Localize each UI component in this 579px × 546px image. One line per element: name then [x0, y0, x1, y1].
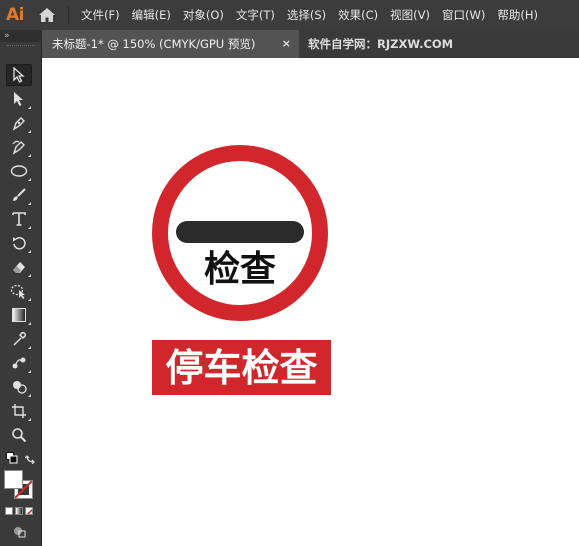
tab-label: 软件自学网：RJZXW.COM [308, 37, 454, 51]
menu-edit[interactable]: 编辑(E) [126, 0, 177, 30]
menu-bar: Ai 文件(F) 编辑(E) 对象(O) 文字(T) 选择(S) 效果(C) 视… [0, 0, 579, 30]
menu-select[interactable]: 选择(S) [281, 0, 332, 30]
curvature-pen-icon [12, 140, 25, 155]
app-logo: Ai [6, 5, 24, 25]
color-swap-controls [6, 452, 36, 466]
paintbrush-tool[interactable] [6, 184, 32, 206]
color-mode-icon[interactable] [5, 507, 13, 515]
artboard-canvas[interactable]: 检查 停车检查 [42, 58, 579, 546]
shape-builder-icon [13, 381, 27, 394]
sign-label[interactable]: 检查 [204, 249, 276, 290]
tools-panel-header: » [0, 30, 42, 42]
tab-rjzxw[interactable]: 软件自学网：RJZXW.COM [300, 30, 579, 58]
fill-stroke-swatches [4, 470, 38, 500]
zoom-icon [12, 428, 27, 443]
artboard-icon [12, 404, 26, 418]
rotate-icon [13, 237, 26, 250]
menu-help[interactable]: 帮助(H) [491, 0, 544, 30]
ellipse-tool[interactable] [6, 160, 32, 182]
menu-window[interactable]: 窗口(W) [436, 0, 491, 30]
banner-label[interactable]: 停车检查 [165, 346, 317, 390]
gradient-icon [12, 308, 26, 322]
artwork: 检查 停车检查 [152, 145, 331, 395]
pen-icon [12, 117, 25, 131]
puppet-warp-tool[interactable] [6, 280, 32, 302]
type-tool[interactable] [6, 208, 32, 230]
menu-view[interactable]: 视图(V) [384, 0, 436, 30]
selection-tool[interactable] [6, 64, 32, 86]
blend-icon [12, 357, 26, 369]
none-mode-icon[interactable] [25, 507, 33, 515]
blend-tool[interactable] [6, 352, 32, 374]
menu-separator [68, 6, 69, 24]
direct-selection-tool[interactable] [6, 88, 32, 110]
paintbrush-icon [13, 188, 26, 201]
eyedropper-icon [13, 331, 27, 346]
direct-selection-arrow-icon [14, 92, 23, 106]
pen-tool[interactable] [6, 112, 32, 134]
puppet-warp-icon [10, 284, 25, 299]
eraser-icon [13, 262, 25, 273]
gradient-mode-icon[interactable] [15, 507, 23, 515]
artboard-tool[interactable] [6, 400, 32, 422]
close-tab-button[interactable]: × [282, 30, 291, 58]
default-colors-icon[interactable] [6, 452, 18, 464]
rotate-tool[interactable] [6, 232, 32, 254]
draw-mode-icon [14, 527, 26, 538]
panel-grip[interactable] [7, 45, 35, 47]
eyedropper-tool[interactable] [6, 328, 32, 350]
selection-arrow-icon [13, 67, 25, 83]
menu-file[interactable]: 文件(F) [75, 0, 126, 30]
eraser-tool[interactable] [6, 256, 32, 278]
curvature-tool[interactable] [6, 136, 32, 158]
home-button[interactable] [30, 0, 64, 30]
menu-object[interactable]: 对象(O) [177, 0, 230, 30]
type-icon [12, 212, 26, 226]
gradient-tool[interactable] [6, 304, 32, 326]
menu-type[interactable]: 文字(T) [230, 0, 281, 30]
tools-panel [0, 42, 42, 546]
ellipse-icon [10, 165, 28, 177]
shape-builder-tool[interactable] [6, 376, 32, 398]
fill-swatch[interactable] [4, 470, 23, 489]
sign-bar[interactable] [176, 221, 304, 243]
menu-effect[interactable]: 效果(C) [332, 0, 384, 30]
document-tab-bar: 未标题-1* @ 150% (CMYK/GPU 预览) × 软件自学网：RJZX… [42, 30, 579, 58]
color-mode-buttons [5, 507, 37, 517]
drawing-mode-button[interactable] [12, 524, 28, 538]
tab-untitled-1[interactable]: 未标题-1* @ 150% (CMYK/GPU 预览) × [42, 30, 299, 58]
collapse-panel-button[interactable]: » [4, 30, 10, 42]
swap-colors-icon[interactable] [25, 452, 37, 464]
tab-label: 未标题-1* @ 150% (CMYK/GPU 预览) [52, 37, 256, 51]
zoom-tool[interactable] [6, 424, 32, 446]
home-icon [39, 8, 55, 22]
